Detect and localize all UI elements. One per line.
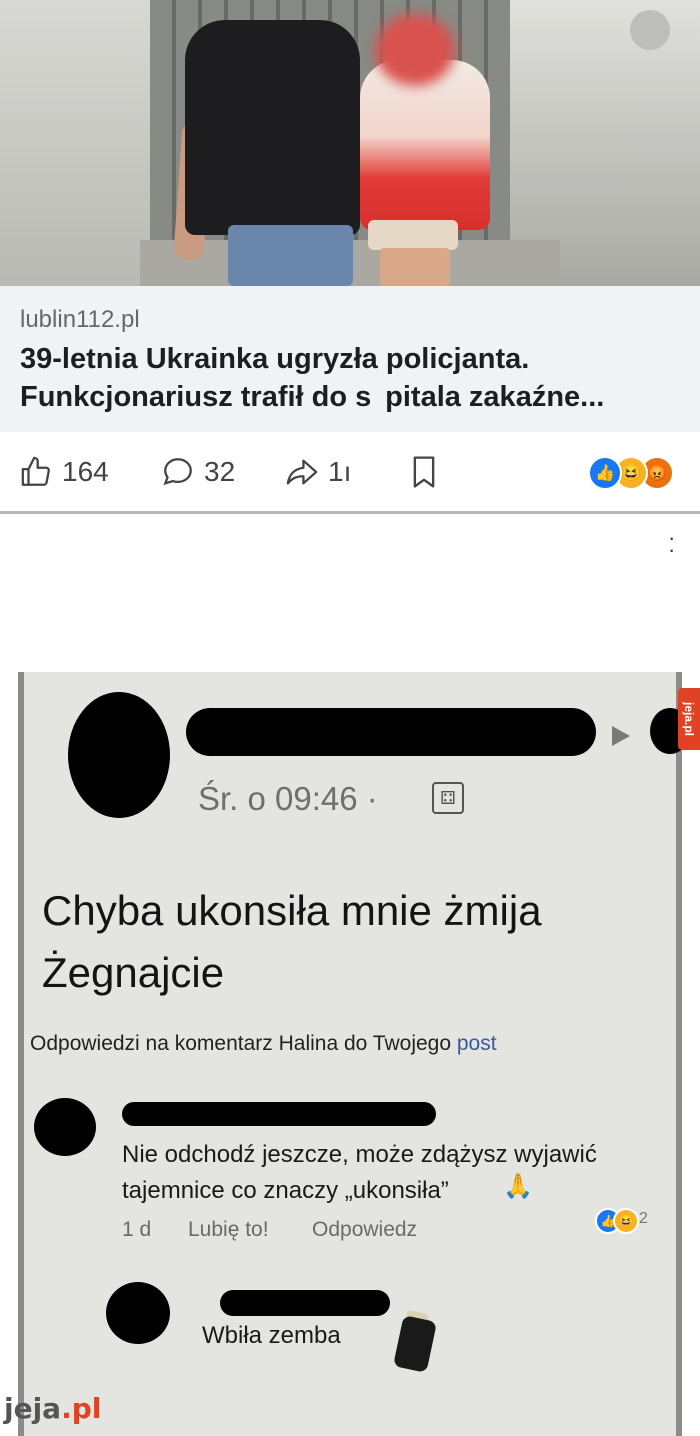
comment-icon [160, 455, 196, 489]
reply-reaction-count: 2 [639, 1210, 648, 1227]
praying-hands-icon: 🙏 [503, 1173, 533, 1200]
link-domain[interactable]: lublin112.pl [20, 306, 140, 334]
redacted-reply-avatar [34, 1098, 96, 1156]
reaction-summary[interactable]: 👍 😆 😡 [588, 456, 678, 490]
share-button[interactable]: 1ı [284, 456, 351, 488]
photo-overlay-dot [630, 10, 670, 50]
share-icon [284, 455, 320, 489]
photo-officer [185, 20, 360, 235]
arrow-right-icon [612, 726, 630, 746]
redacted-reply-2-avatar [106, 1282, 170, 1344]
save-button[interactable] [410, 456, 438, 488]
redacted-avatar [68, 692, 170, 818]
photo-wall-left [0, 0, 150, 286]
jeja-watermark: jeja.pl [4, 1392, 101, 1425]
post-body-line-1: Chyba ukonsiła mnie żmija [42, 887, 542, 934]
photo-officer-jeans [228, 225, 353, 286]
redacted-reply-name [122, 1102, 436, 1126]
comment-button[interactable]: 32 [160, 456, 235, 488]
thumbs-up-icon [20, 455, 54, 489]
bookmark-icon [410, 455, 438, 489]
watermark-tld: .pl [61, 1392, 102, 1425]
watermark-main: jeja [4, 1392, 62, 1425]
reply-1-age: 1 d [122, 1218, 152, 1241]
replies-header-post-link[interactable]: post [457, 1032, 497, 1055]
post-body: Chyba ukonsiła mnie żmija Żegnajcie [42, 880, 662, 1004]
like-reaction-icon: 👍 [588, 456, 622, 490]
like-count: 164 [62, 456, 109, 487]
more-options-icon[interactable]: · · [668, 527, 675, 561]
link-headline[interactable]: 39-letnia Ukrainka ugryzła policjanta. F… [20, 340, 685, 416]
photo-blurred-face [375, 14, 455, 86]
reply-haha-reaction-icon: 😆 [613, 1208, 639, 1234]
comment-count: 32 [204, 456, 236, 487]
redacted-reply-2-name [220, 1290, 390, 1316]
audience-icon: ⚃ [432, 782, 464, 814]
post-divider [0, 511, 700, 514]
reply-1-respond-button[interactable]: Odpowiedz [312, 1218, 417, 1242]
post-body-line-2: Żegnajcie [42, 949, 225, 996]
post-timestamp: Śr. o 09:46 · [198, 780, 378, 817]
article-photo[interactable] [0, 0, 700, 286]
jeja-side-badge[interactable]: jeja.pl [678, 688, 700, 750]
like-button[interactable]: 164 [20, 456, 109, 488]
photo-woman-legs [380, 248, 450, 286]
replies-header-text: Odpowiedzi na komentarz Halina do Twojeg… [30, 1032, 452, 1055]
photo-woman-jacket [360, 60, 490, 230]
photo-woman-shorts [368, 220, 458, 250]
reply-1-like-button[interactable]: Lubię to! [188, 1218, 269, 1242]
reply-2-text: Wbiła zemba [202, 1322, 341, 1349]
redacted-name [186, 708, 596, 756]
share-count: 1ı [328, 456, 352, 487]
reply-1-reactions[interactable]: 👍 😆 2 [595, 1208, 665, 1238]
replies-header: Odpowiedzi na komentarz Halina do Twojeg… [30, 1032, 497, 1056]
reply-1-text: Nie odchodź jeszcze, może zdążysz wyjawi… [122, 1141, 597, 1204]
